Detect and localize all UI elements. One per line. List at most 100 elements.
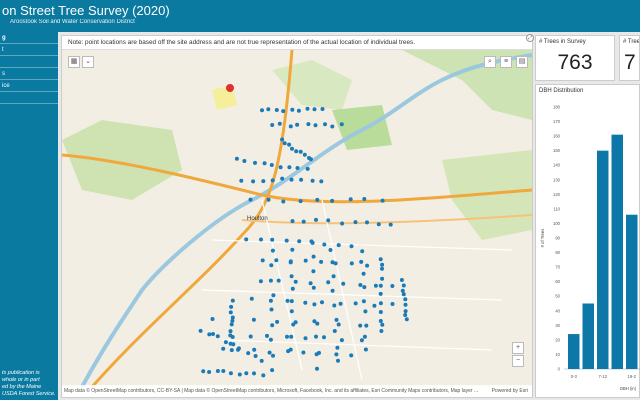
y-tick-label: 50 [555,294,560,299]
bar-19-2 [626,214,638,369]
tree-point [266,107,271,112]
tree-point [380,262,385,267]
y-tick-label: 60 [555,279,560,284]
tree-point [320,300,324,305]
tree-point [361,271,366,276]
page-title: on Street Tree Survey (2020) [2,3,170,18]
sidebar-item-1[interactable]: t [0,44,58,56]
tree-point [299,177,304,182]
tree-point [293,279,298,284]
town-label: Houlton [247,216,268,222]
tree-point [271,353,275,358]
tree-point [253,160,257,165]
tree-point [290,107,295,112]
tree-point [284,238,289,243]
sidebar: g t s ice ts publication is whole or in … [0,32,58,400]
sidebar-item-5[interactable] [0,92,58,104]
tree-point [365,263,370,268]
sidebar-item-2[interactable] [0,56,58,68]
tree-point [271,293,276,298]
tree-point [306,122,311,127]
tree-point [378,283,383,288]
tree-point [215,369,220,373]
tree-point [326,218,331,223]
tree-point [276,278,281,283]
tree-point [313,123,318,128]
tree-point [296,108,301,113]
tree-point [297,239,302,244]
tree-point [291,322,296,327]
tree-point [362,285,367,290]
bar-7-12 [597,150,609,369]
y-tick-label: 40 [555,308,560,313]
tree-point [301,219,306,224]
tree-point [315,366,319,371]
tree-point [308,157,313,162]
tree-point [230,335,235,339]
tree-point [207,332,212,337]
tree-point [285,334,289,339]
tree-point [309,239,314,244]
selected-point-marker [226,84,234,92]
tree-point [270,248,275,253]
tree-point [239,178,244,183]
tree-point [365,220,369,225]
dbh-chart-card: DBH Distribution 0 10 20 30 40 50 60 70 80 90 100 1… [535,84,640,398]
tree-point [228,310,233,315]
tree-point [290,247,295,252]
tree-point [267,350,272,355]
tree-point [359,259,364,264]
y-tick-label: 30 [555,323,560,328]
tree-point [295,166,300,170]
grid-icon[interactable]: ▤ [516,56,528,68]
tree-point [334,352,339,357]
tree-point [223,340,228,345]
zoom-in-button[interactable]: + [512,342,524,354]
chevron-down-icon[interactable]: ⌄ [82,56,94,68]
tree-point [253,354,258,358]
tree-point [364,323,369,328]
tree-point [210,317,215,321]
tree-point [230,315,235,320]
tree-point [322,242,327,247]
tree-point [269,163,274,167]
tree-point [330,260,335,265]
tree-point [362,197,367,201]
tree-point [315,197,320,202]
credit-line: USDA Forest Service. [2,391,56,397]
app-header: on Street Tree Survey (2020) Aroostook S… [0,0,640,32]
tree-point [274,108,279,112]
layers-icon[interactable]: ≡ [500,56,512,68]
tree-point [268,337,273,342]
basemap[interactable]: Houlton [62,50,532,387]
tree-point [259,237,263,242]
indicator-trees-in-survey: # Trees in Survey 763 [535,35,615,81]
map-note: Note: point locations are based off the … [62,36,532,50]
tree-point [270,123,275,127]
tree-point [335,345,340,350]
sidebar-item-4[interactable]: ice [0,80,58,92]
zoom-out-button[interactable]: − [512,355,524,367]
y-tick-label: 150 [553,148,561,153]
expand-icon[interactable]: ⤢ [526,34,534,42]
tree-point [229,322,234,327]
tree-point [326,280,331,285]
powered-by[interactable]: Powered by Esri [492,388,528,394]
tree-point [290,219,295,224]
tree-point [361,299,366,304]
search-icon[interactable]: ⌕ [484,56,496,68]
tree-point [380,266,384,271]
tree-point [298,199,303,204]
bar-4-6 [582,303,594,369]
dbh-chart: 0 10 20 30 40 50 60 70 80 90 100 110 120 130 140 150 160… [540,105,640,391]
sidebar-item-0[interactable]: g [0,32,58,44]
tree-point [229,348,234,353]
tree-point [388,222,393,227]
tree-point [242,159,247,163]
tree-point [403,297,408,302]
basemap-gallery-button[interactable]: ▦ [68,56,80,68]
sidebar-item-3[interactable]: s [0,68,58,80]
map-view[interactable]: Houlton ▦ ⌄ ⌕ ≡ ▤ + − [62,50,532,387]
tree-point [314,334,318,339]
tree-point [378,310,383,314]
